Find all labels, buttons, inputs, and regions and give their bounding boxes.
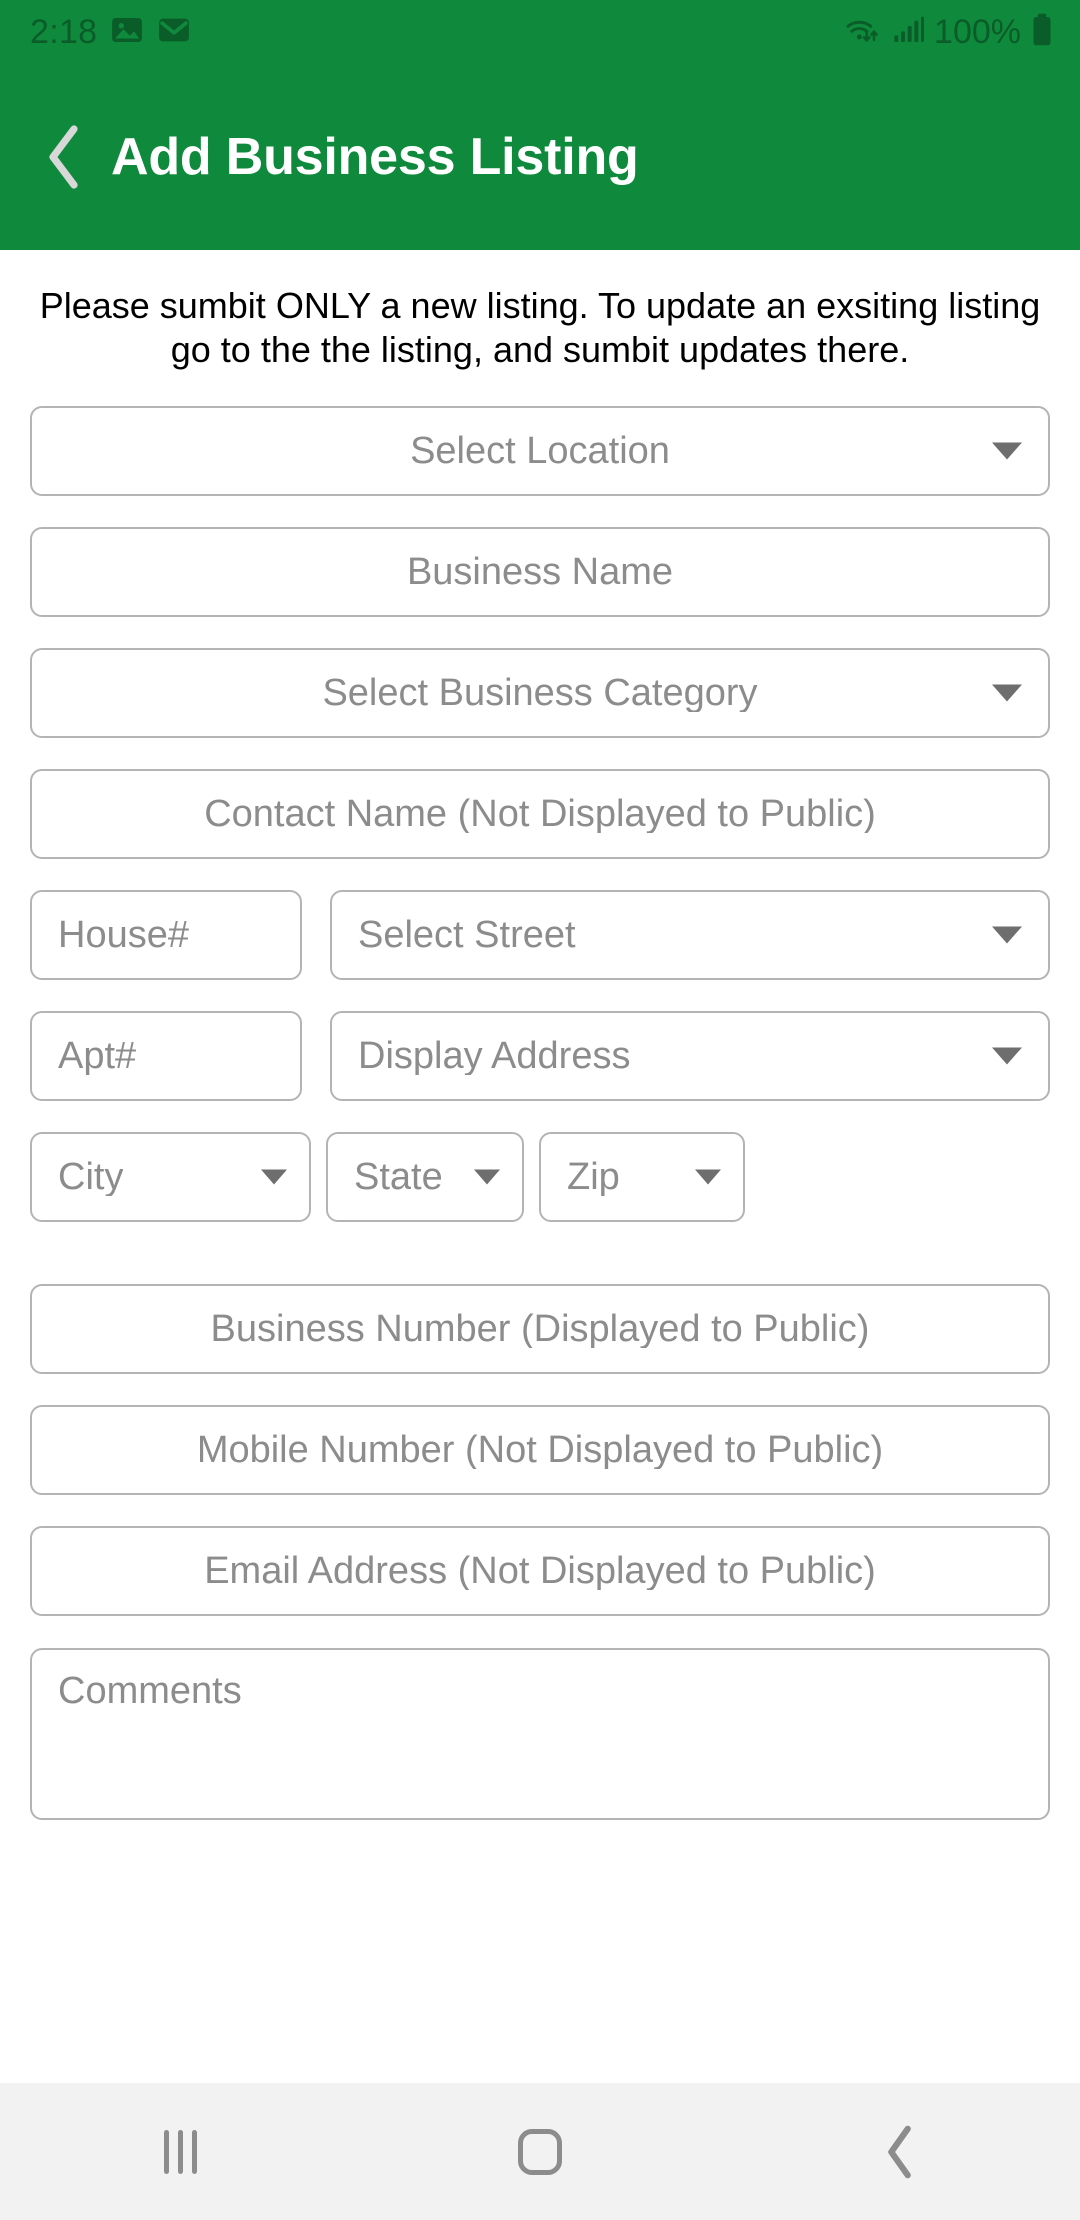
wifi-icon	[844, 13, 884, 52]
gallery-icon	[110, 13, 144, 52]
city-state-zip-row: City State Zip	[30, 1131, 1050, 1253]
status-time: 2:18	[30, 13, 98, 51]
chevron-left-icon	[49, 125, 78, 189]
back-button[interactable]	[34, 121, 94, 193]
chevron-down-icon	[992, 1047, 1022, 1065]
select-business-category-dropdown[interactable]: Select Business Category	[30, 647, 1050, 738]
apt-number-input[interactable]: Apt#	[30, 1010, 302, 1101]
select-street-dropdown[interactable]: Select Street	[330, 889, 1050, 980]
zip-label: Zip	[567, 1157, 620, 1196]
email-address-label: Email Address (Not Displayed to Public)	[204, 1551, 876, 1590]
instructions-text: Please sumbit ONLY a new listing. To upd…	[39, 285, 1041, 370]
chevron-down-icon	[695, 1169, 721, 1185]
comments-label: Comments	[58, 1669, 242, 1712]
recents-button[interactable]	[90, 2102, 270, 2202]
back-chevron-icon	[888, 2125, 911, 2178]
email-address-input[interactable]: Email Address (Not Displayed to Public)	[30, 1525, 1050, 1616]
chevron-down-icon	[992, 926, 1022, 944]
street-address-row: House# Select Street	[30, 889, 1050, 980]
chevron-down-icon	[261, 1169, 287, 1185]
business-name-label: Business Name	[406, 552, 674, 591]
home-icon	[518, 2128, 562, 2175]
zip-dropdown[interactable]: Zip	[539, 1131, 745, 1222]
select-location-label: Select Location	[410, 431, 670, 470]
chevron-down-icon	[474, 1169, 500, 1185]
display-address-dropdown[interactable]: Display Address	[330, 1010, 1050, 1101]
chevron-down-icon	[992, 684, 1022, 702]
apt-address-row: Apt# Display Address	[30, 1010, 1050, 1101]
cellular-signal-icon	[893, 14, 925, 51]
battery-icon	[1030, 13, 1054, 52]
select-business-category-label: Select Business Category	[322, 673, 758, 712]
display-address-label: Display Address	[358, 1036, 631, 1075]
city-label: City	[58, 1157, 124, 1196]
form-content: Please sumbit ONLY a new listing. To upd…	[0, 250, 1080, 2220]
state-dropdown[interactable]: State	[326, 1131, 524, 1222]
system-back-button[interactable]	[810, 2102, 990, 2202]
chevron-down-icon	[992, 442, 1022, 460]
contact-name-input[interactable]: Contact Name (Not Displayed to Public)	[30, 768, 1050, 859]
mobile-number-input[interactable]: Mobile Number (Not Displayed to Public)	[30, 1404, 1050, 1495]
business-number-label: Business Number (Displayed to Public)	[210, 1309, 870, 1348]
app-bar: Add Business Listing	[0, 64, 1080, 250]
battery-percentage: 100%	[934, 13, 1021, 51]
status-bar-right: 100%	[844, 13, 1054, 52]
house-number-input[interactable]: House#	[30, 889, 302, 980]
house-number-label: House#	[58, 915, 189, 954]
business-number-input[interactable]: Business Number (Displayed to Public)	[30, 1283, 1050, 1374]
phone-screen: 2:18 100% Add Business Listing Please su…	[0, 0, 1080, 2220]
city-dropdown[interactable]: City	[30, 1131, 311, 1222]
state-label: State	[354, 1157, 443, 1196]
mobile-number-label: Mobile Number (Not Displayed to Public)	[196, 1430, 884, 1469]
email-icon	[157, 13, 191, 52]
contact-name-label: Contact Name (Not Displayed to Public)	[204, 794, 876, 833]
home-button[interactable]	[450, 2102, 630, 2202]
comments-textarea[interactable]: Comments	[30, 1647, 1050, 1820]
select-street-label: Select Street	[358, 915, 576, 954]
page-title: Add Business Listing	[111, 128, 639, 186]
status-bar: 2:18 100%	[0, 0, 1080, 64]
business-name-input[interactable]: Business Name	[30, 526, 1050, 617]
apt-number-label: Apt#	[58, 1036, 137, 1075]
system-navigation-bar	[0, 2083, 1080, 2220]
recents-icon	[163, 2129, 197, 2174]
business-listing-form: Select Location Business Name Select Bus…	[0, 405, 1080, 1820]
select-location-dropdown[interactable]: Select Location	[30, 405, 1050, 496]
status-bar-left: 2:18	[30, 13, 191, 52]
